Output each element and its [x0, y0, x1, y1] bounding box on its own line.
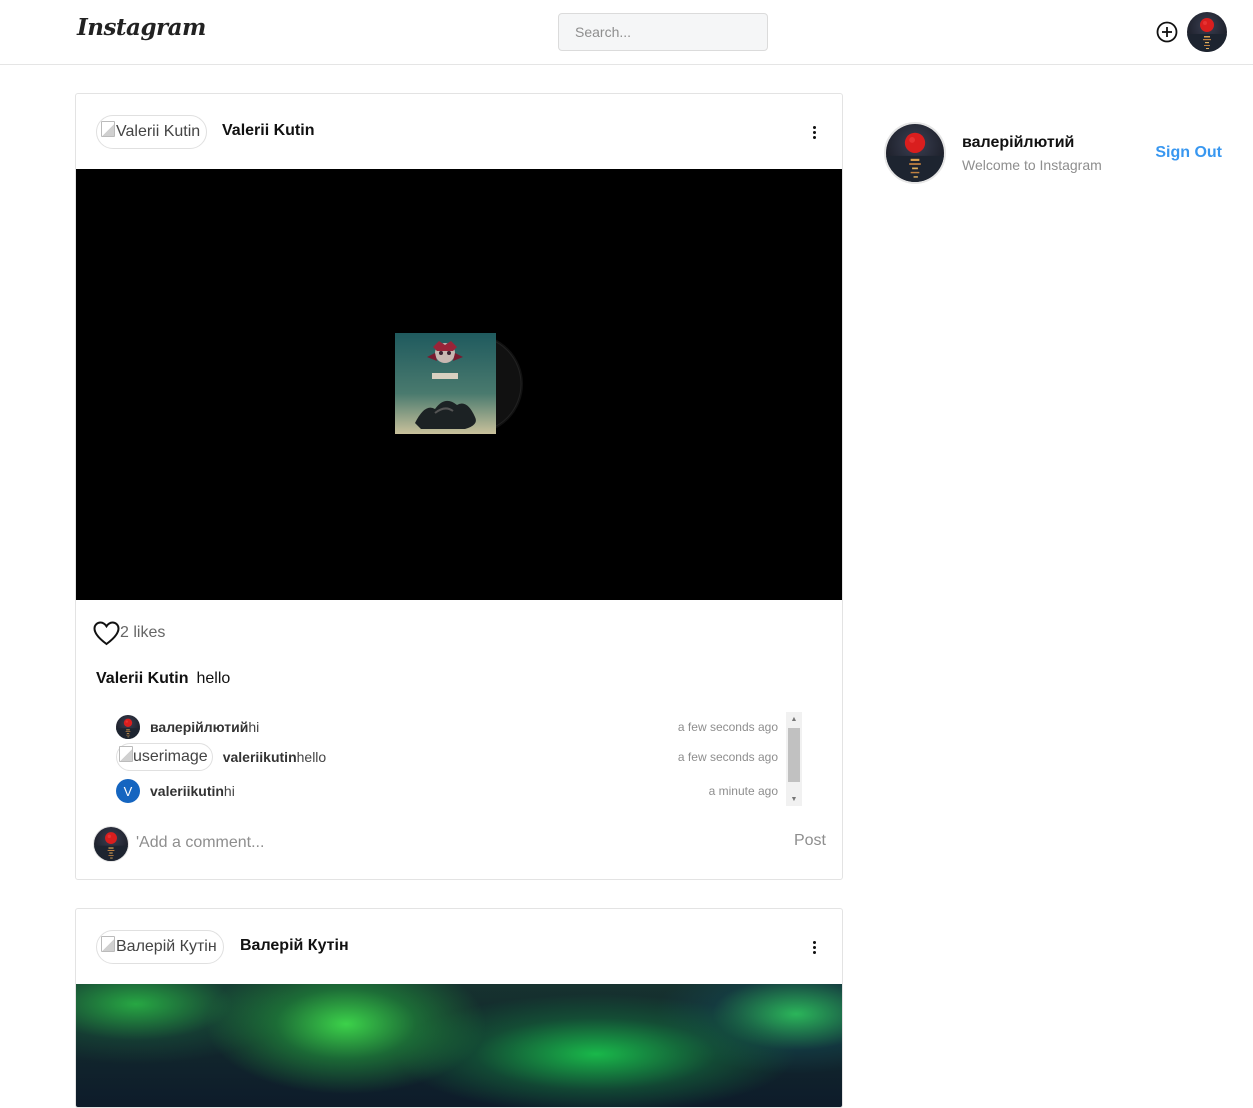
- scrollbar-thumb[interactable]: [788, 728, 800, 782]
- author-avatar[interactable]: Valerii Kutin: [96, 115, 208, 149]
- comment-input[interactable]: [136, 828, 756, 858]
- comment-avatar[interactable]: [116, 715, 140, 739]
- like-row: 2 likes: [93, 620, 165, 646]
- album-cover-image: [395, 333, 523, 434]
- post-comment-button[interactable]: Post: [794, 832, 826, 850]
- comment-time: a few seconds ago: [677, 720, 778, 734]
- post-header: Valerii Kutin Valerii Kutin: [76, 94, 842, 170]
- avatar-alt-text: userimage: [133, 748, 208, 765]
- post-media[interactable]: [76, 169, 842, 600]
- caption-username[interactable]: Valerii Kutin: [96, 670, 188, 687]
- heart-icon[interactable]: [93, 620, 120, 646]
- caption-text: hello: [196, 670, 231, 687]
- broken-image-icon: [101, 121, 115, 137]
- comment-time: a few seconds ago: [677, 750, 778, 764]
- more-options-icon[interactable]: [808, 937, 820, 957]
- instagram-logo[interactable]: Instagram: [77, 14, 206, 41]
- comments-list[interactable]: валерійлютий hi a few seconds ago userima…: [116, 712, 803, 806]
- comment-avatar[interactable]: userimage: [116, 743, 213, 771]
- sidebar-profile: валерійлютий Welcome to Instagram Sign O…: [884, 122, 1229, 186]
- likes-count[interactable]: 2 likes: [120, 624, 165, 642]
- add-comment-bar: Post: [76, 812, 842, 876]
- more-options-icon[interactable]: [808, 122, 820, 142]
- profile-avatar[interactable]: [1187, 12, 1227, 52]
- comment-time: a minute ago: [708, 784, 778, 798]
- comment-item: userimage valeriikutin hello a few second…: [116, 742, 778, 772]
- sidebar-avatar[interactable]: [884, 122, 946, 184]
- avatar-alt-text: Валерій Кутін: [116, 938, 217, 955]
- scroll-down-arrow-icon[interactable]: ▼: [786, 792, 802, 806]
- post-card: Валерій Кутін Валерій Кутін: [75, 908, 843, 1108]
- plus-circle-icon[interactable]: [1156, 21, 1178, 43]
- sign-out-button[interactable]: Sign Out: [1155, 144, 1222, 162]
- comment-username[interactable]: valeriikutin: [150, 783, 224, 799]
- comment-text: hello: [296, 749, 327, 765]
- avatar-alt-text: Valerii Kutin: [116, 123, 201, 140]
- comment-item: V valeriikutin hi a minute ago: [116, 776, 778, 806]
- comment-text: hi: [248, 719, 260, 735]
- author-avatar[interactable]: Валерій Кутін: [96, 930, 224, 964]
- sidebar-welcome-text: Welcome to Instagram: [962, 157, 1102, 173]
- post-caption: Valerii Kutin hello: [96, 670, 230, 688]
- post-author-name[interactable]: Валерій Кутін: [240, 937, 349, 955]
- comment-username[interactable]: valeriikutin: [223, 749, 297, 765]
- sidebar-username[interactable]: валерійлютий: [962, 134, 1074, 152]
- scroll-up-arrow-icon[interactable]: ▲: [786, 712, 802, 726]
- broken-image-icon: [119, 746, 133, 762]
- post-header: Валерій Кутін Валерій Кутін: [76, 909, 842, 985]
- post-media[interactable]: [76, 984, 842, 1107]
- comment-text: hi: [223, 783, 235, 799]
- current-user-avatar: [93, 826, 129, 862]
- comment-avatar[interactable]: V: [116, 779, 140, 803]
- top-nav-bar: Instagram: [0, 0, 1253, 65]
- comments-scrollbar[interactable]: ▲ ▼: [786, 712, 802, 806]
- search-input[interactable]: [558, 13, 768, 51]
- comment-item: валерійлютий hi a few seconds ago: [116, 712, 778, 742]
- post-author-name[interactable]: Valerii Kutin: [222, 122, 314, 140]
- comment-username[interactable]: валерійлютий: [150, 719, 248, 735]
- post-card: Valerii Kutin Valerii Kutin 2 likes Vale…: [75, 93, 843, 880]
- broken-image-icon: [101, 936, 115, 952]
